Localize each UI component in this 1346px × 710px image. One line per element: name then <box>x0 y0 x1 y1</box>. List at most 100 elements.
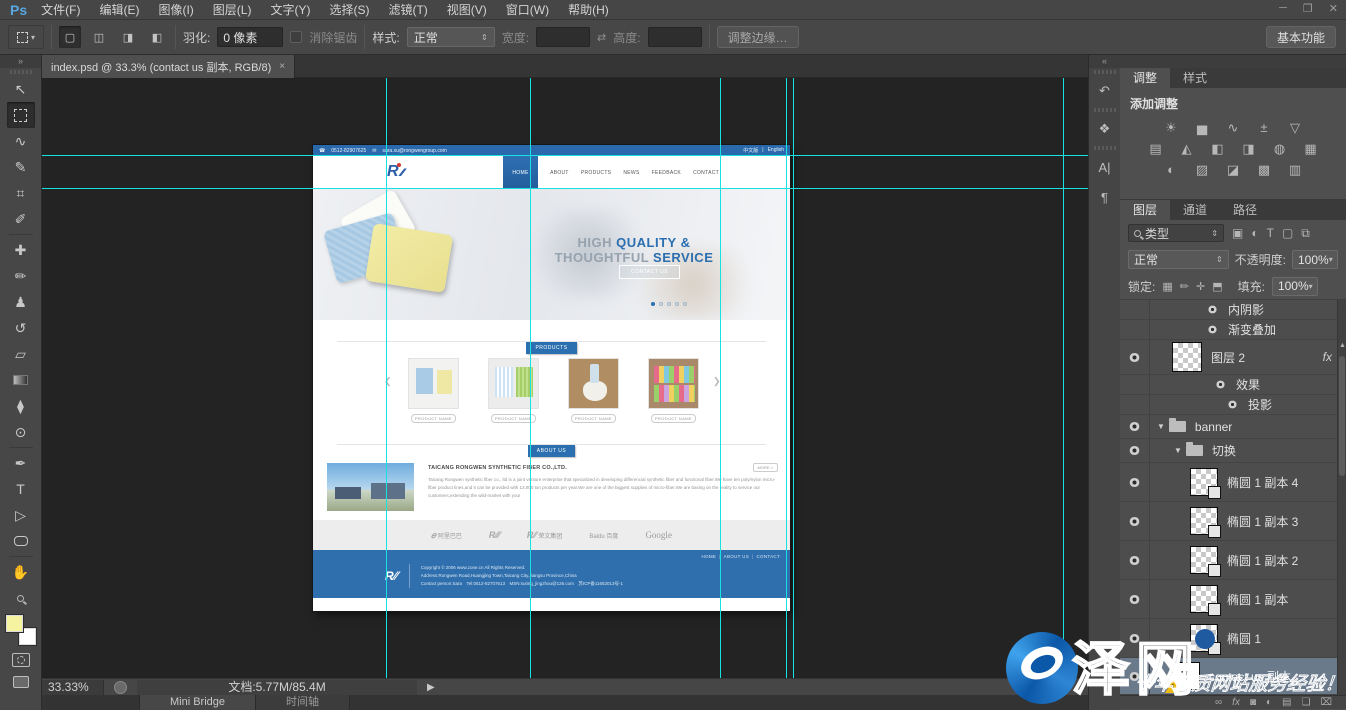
tab-styles[interactable]: 样式 <box>1170 68 1220 88</box>
text-layer-thumbnail[interactable]: T! <box>1172 662 1200 690</box>
character-panel-icon[interactable]: A| <box>1092 155 1118 179</box>
intersect-selection-mode[interactable]: ◧ <box>146 26 168 48</box>
menu-edit[interactable]: 编辑(E) <box>99 1 139 18</box>
lock-paint-icon[interactable]: ✏ <box>1180 280 1189 293</box>
move-tool[interactable]: ↖ <box>7 76 35 102</box>
visibility-eye-icon[interactable] <box>1128 556 1141 565</box>
layer-row[interactable]: 图层 2 fx <box>1120 340 1346 375</box>
opacity-value[interactable]: 100%▾ <box>1292 250 1338 269</box>
visibility-eye-icon[interactable] <box>1128 634 1141 643</box>
refine-edge-button[interactable]: 调整边缘… <box>717 26 799 48</box>
visibility-eye-icon[interactable] <box>1128 422 1141 431</box>
type-tool[interactable]: T <box>7 476 35 502</box>
clone-stamp-tool[interactable]: ♟ <box>7 289 35 315</box>
subtract-selection-mode[interactable]: ◨ <box>117 26 139 48</box>
delete-layer-icon[interactable]: ⌧ <box>1320 697 1332 708</box>
link-layers-icon[interactable]: ∞ <box>1215 697 1222 708</box>
brush-tool[interactable]: ✏ <box>7 263 35 289</box>
tab-mini-bridge[interactable]: Mini Bridge <box>140 695 256 710</box>
selective-color-icon[interactable]: ▥ <box>1284 162 1306 177</box>
filter-type-layers-icon[interactable]: T <box>1267 226 1274 240</box>
menu-help[interactable]: 帮助(H) <box>568 1 609 18</box>
fill-value[interactable]: 100%▾ <box>1272 277 1318 296</box>
layer-effect-row[interactable]: 投影 <box>1120 395 1346 415</box>
vibrance-icon[interactable]: ▽ <box>1284 120 1306 135</box>
tab-layers[interactable]: 图层 <box>1120 200 1170 220</box>
foreground-color-swatch[interactable] <box>6 615 23 632</box>
blend-mode-dropdown[interactable]: 正常⇕ <box>1128 250 1229 269</box>
menu-filter[interactable]: 滤镜(T) <box>388 1 427 18</box>
tab-close-icon[interactable]: × <box>279 61 285 72</box>
guide-vertical[interactable] <box>386 78 387 678</box>
black-white-icon[interactable]: ◧ <box>1207 141 1229 156</box>
layer-effect-row[interactable]: 内阴影 <box>1120 300 1346 320</box>
visibility-eye-icon[interactable] <box>1207 326 1218 334</box>
new-layer-icon[interactable]: ❏ <box>1302 697 1311 708</box>
pen-tool[interactable]: ✒ <box>7 450 35 476</box>
invert-icon[interactable]: ◐ <box>1160 162 1182 177</box>
guide-vertical[interactable] <box>793 78 794 678</box>
document-tab[interactable]: index.psd @ 33.3% (contact us 副本, RGB/8)… <box>42 55 295 78</box>
filter-type-dropdown[interactable]: 类型 ⇕ <box>1128 224 1224 242</box>
layer-row-selected[interactable]: T! contact us 副本 <box>1120 658 1346 695</box>
hand-tool[interactable]: ✋ <box>7 559 35 585</box>
scroll-up-icon[interactable]: ▲ <box>1339 342 1346 349</box>
workspace-switcher-button[interactable]: 基本功能 <box>1266 26 1336 48</box>
menu-file[interactable]: 文件(F) <box>41 1 80 18</box>
layer-effects-header-row[interactable]: 效果 <box>1120 375 1346 395</box>
zoom-level-field[interactable]: 33.33% <box>42 680 104 695</box>
properties-panel-icon[interactable]: ❖ <box>1092 117 1118 141</box>
layer-row[interactable]: 椭圆 1 <box>1120 619 1346 658</box>
tab-timeline[interactable]: 时间轴 <box>256 695 350 710</box>
guide-horizontal[interactable] <box>42 188 1088 189</box>
disclosure-triangle-icon[interactable]: ▼ <box>1174 446 1182 455</box>
visibility-eye-icon[interactable] <box>1128 517 1141 526</box>
layer-row[interactable]: 椭圆 1 副本 3 <box>1120 502 1346 541</box>
new-group-icon[interactable]: ▤ <box>1282 697 1291 708</box>
expand-panels-icon[interactable]: « <box>1089 55 1120 68</box>
hue-saturation-icon[interactable]: ▤ <box>1145 141 1167 156</box>
layer-row[interactable]: 椭圆 1 副本 2 <box>1120 541 1346 580</box>
healing-brush-tool[interactable]: ✚ <box>7 237 35 263</box>
visibility-eye-icon[interactable] <box>1128 446 1141 455</box>
tab-adjustments[interactable]: 调整 <box>1120 68 1170 88</box>
dodge-tool[interactable]: ⊙ <box>7 419 35 445</box>
disclosure-triangle-icon[interactable]: ▼ <box>1157 422 1165 431</box>
filter-shape-layers-icon[interactable]: ▢ <box>1282 226 1293 240</box>
layer-thumbnail[interactable] <box>1190 468 1218 496</box>
scrollbar-thumb[interactable] <box>1339 356 1345 476</box>
restore-icon[interactable]: ❐ <box>1303 2 1313 15</box>
height-input[interactable] <box>648 27 702 47</box>
levels-icon[interactable]: ▅ <box>1191 120 1213 135</box>
layer-thumbnail[interactable] <box>1190 585 1218 613</box>
new-selection-mode[interactable]: ▢ <box>59 26 81 48</box>
menu-layer[interactable]: 图层(L) <box>213 1 252 18</box>
gradient-tool[interactable] <box>7 367 35 393</box>
photo-filter-icon[interactable]: ◨ <box>1238 141 1260 156</box>
zoom-tool[interactable] <box>7 585 35 611</box>
filter-smart-objects-icon[interactable]: ⧉ <box>1301 226 1310 241</box>
filter-pixel-layers-icon[interactable]: ▣ <box>1232 226 1243 240</box>
visibility-eye-icon[interactable] <box>1128 353 1141 362</box>
exposure-icon[interactable]: ± <box>1253 120 1275 135</box>
menu-view[interactable]: 视图(V) <box>447 1 487 18</box>
history-panel-icon[interactable]: ↶ <box>1092 79 1118 103</box>
menu-window[interactable]: 窗口(W) <box>506 1 549 18</box>
quick-mask-button[interactable] <box>12 653 30 667</box>
layers-scrollbar[interactable]: ▲ <box>1337 300 1346 695</box>
curves-icon[interactable]: ∿ <box>1222 120 1244 135</box>
layer-thumbnail[interactable] <box>1190 624 1218 652</box>
history-brush-tool[interactable]: ↺ <box>7 315 35 341</box>
guide-vertical[interactable] <box>786 78 787 678</box>
menu-type[interactable]: 文字(Y) <box>270 1 310 18</box>
paragraph-panel-icon[interactable]: ¶ <box>1092 185 1118 209</box>
layer-group-row[interactable]: ▼ banner <box>1120 415 1346 439</box>
visibility-eye-icon[interactable] <box>1215 381 1226 389</box>
feather-input[interactable]: 0 像素 <box>217 27 283 47</box>
guide-horizontal[interactable] <box>42 155 1088 156</box>
guide-vertical[interactable] <box>530 78 531 678</box>
swap-dimensions-icon[interactable]: ⇄ <box>597 31 606 44</box>
visibility-eye-icon[interactable] <box>1227 401 1238 409</box>
lock-transparency-icon[interactable]: ▦ <box>1162 280 1172 293</box>
layer-row[interactable]: 椭圆 1 副本 <box>1120 580 1346 619</box>
